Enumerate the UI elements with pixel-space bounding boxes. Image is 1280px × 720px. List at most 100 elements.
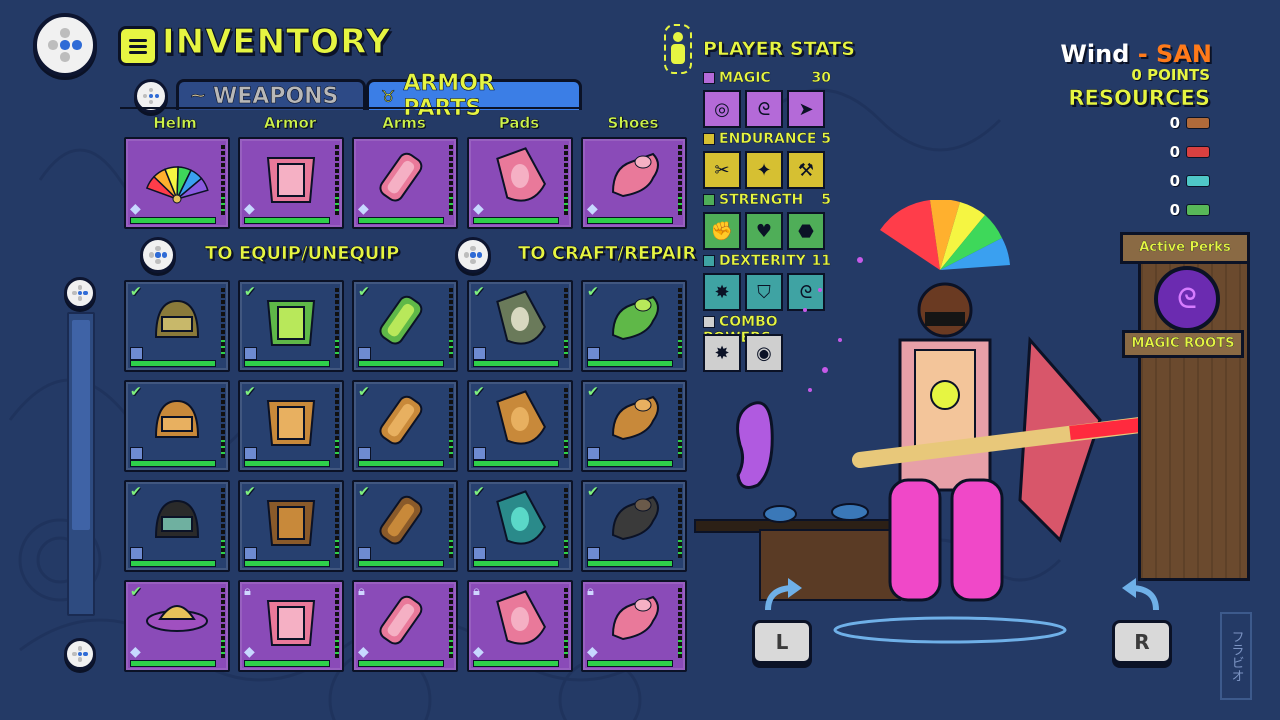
inventory-slot[interactable]: 🔒︎ ◆ bbox=[352, 580, 458, 672]
wood-helm-icon bbox=[142, 387, 212, 457]
durability-bar bbox=[587, 660, 673, 667]
durability-bar bbox=[473, 360, 559, 367]
inventory-slot[interactable]: ✔ bbox=[581, 380, 687, 472]
material-icon bbox=[473, 547, 486, 560]
durability-pips bbox=[678, 288, 682, 358]
durability-bar bbox=[244, 217, 330, 224]
durability-bar bbox=[244, 360, 330, 367]
pink-gauntlet-icon bbox=[370, 144, 440, 214]
pink-pad-icon bbox=[485, 587, 555, 657]
green-ore-icon bbox=[1186, 204, 1210, 216]
menu-button[interactable] bbox=[33, 13, 97, 77]
wood-boot-icon bbox=[599, 387, 669, 457]
durability-pips bbox=[449, 145, 453, 215]
page-title: INVENTORY bbox=[161, 22, 392, 63]
durability-pips bbox=[221, 588, 225, 658]
inventory-slot[interactable]: ✔ ◆ bbox=[124, 580, 230, 672]
check-icon: ✔ bbox=[130, 484, 142, 500]
material-icon bbox=[244, 547, 257, 560]
tab-weapons-label: WEAPONS bbox=[213, 83, 339, 109]
arrow-burst-icon[interactable]: ➤ bbox=[787, 90, 825, 128]
tab-armor-parts[interactable]: ♉ ARMOR PARTS bbox=[366, 71, 582, 121]
straw-hat-icon bbox=[142, 587, 212, 657]
inventory-slot[interactable]: ✔ bbox=[238, 280, 344, 372]
bandage-pad-icon bbox=[485, 287, 555, 357]
tab-weapons[interactable]: ⁓ WEAPONS bbox=[176, 79, 366, 110]
inventory-slot[interactable]: ✔ bbox=[467, 280, 573, 372]
material-icon bbox=[358, 447, 371, 460]
material-icon bbox=[130, 347, 143, 360]
resource-row: 0 bbox=[1170, 201, 1210, 219]
gem-icon: ◆ bbox=[473, 644, 484, 660]
material-icon bbox=[358, 347, 371, 360]
inventory-slot[interactable]: ✔ bbox=[238, 480, 344, 572]
equip-button-icon bbox=[140, 237, 176, 273]
column-helm: Helm bbox=[153, 114, 197, 133]
swirl-icon[interactable]: ◎ bbox=[703, 90, 741, 128]
scroll-up-button[interactable] bbox=[64, 277, 96, 309]
inventory-slot[interactable]: ✔ bbox=[238, 380, 344, 472]
equipped-slot-armor[interactable]: ◆ bbox=[238, 137, 344, 229]
inventory-slot[interactable]: ✔ bbox=[352, 480, 458, 572]
inventory-slot[interactable]: 🔒︎ ◆ bbox=[581, 580, 687, 672]
durability-pips bbox=[449, 288, 453, 358]
inventory-slot[interactable]: ✔ bbox=[467, 480, 573, 572]
durability-pips bbox=[564, 588, 568, 658]
magic-plus-icon[interactable]: ᘓ bbox=[745, 90, 783, 128]
scroll-down-button[interactable] bbox=[64, 638, 96, 670]
inventory-slot[interactable]: ✔ bbox=[352, 280, 458, 372]
stat-name: ENDURANCE bbox=[719, 131, 817, 147]
durability-bar bbox=[587, 460, 673, 467]
inventory-slot[interactable]: ✔ bbox=[124, 480, 230, 572]
dash-icon[interactable]: ✂ bbox=[703, 151, 741, 189]
rotate-right-button[interactable]: R bbox=[1112, 620, 1172, 664]
material-icon bbox=[244, 347, 257, 360]
durability-bar bbox=[587, 217, 673, 224]
pink-shoe-icon bbox=[599, 587, 669, 657]
material-icon bbox=[244, 447, 257, 460]
scrollbar-track[interactable] bbox=[67, 312, 95, 616]
pink-shoe-icon bbox=[599, 144, 669, 214]
check-icon: ✔ bbox=[473, 284, 485, 300]
resources-title: RESOURCES bbox=[1068, 86, 1210, 111]
equipped-slot-pads[interactable]: ◆ bbox=[467, 137, 573, 229]
equipped-slot-arms[interactable]: ◆ bbox=[352, 137, 458, 229]
studio-seal: フラビオ bbox=[1220, 612, 1252, 700]
equipped-slot-shoes[interactable]: ◆ bbox=[581, 137, 687, 229]
inventory-slot[interactable]: ✔ bbox=[352, 380, 458, 472]
column-arms: Arms bbox=[382, 114, 426, 133]
gem-icon: ◆ bbox=[358, 201, 369, 217]
magic-roots-perk-icon[interactable]: ᘓ bbox=[1154, 266, 1220, 332]
rotate-left-icon bbox=[765, 578, 802, 611]
gem-icon: ◆ bbox=[130, 644, 141, 660]
pink-vest-icon bbox=[256, 587, 326, 657]
player-icon bbox=[664, 24, 692, 74]
check-icon: ✔ bbox=[473, 484, 485, 500]
durability-bar bbox=[473, 560, 559, 567]
scrollbar-thumb[interactable] bbox=[72, 320, 90, 530]
durability-bar bbox=[358, 660, 444, 667]
stat-name: MAGIC bbox=[719, 70, 771, 86]
durability-pips bbox=[564, 388, 568, 458]
inventory-slot[interactable]: 🔒︎ ◆ bbox=[238, 580, 344, 672]
durability-bar bbox=[473, 660, 559, 667]
lock-icon: 🔒︎ bbox=[244, 584, 251, 599]
resource-count: 0 bbox=[1169, 201, 1180, 219]
check-icon: ✔ bbox=[244, 484, 256, 500]
run-icon[interactable]: ✦ bbox=[745, 151, 783, 189]
durability-bar bbox=[358, 360, 444, 367]
durability-pips bbox=[449, 588, 453, 658]
durability-pips bbox=[335, 288, 339, 358]
durability-pips bbox=[221, 488, 225, 558]
inventory-slot[interactable]: ✔ bbox=[124, 380, 230, 472]
durability-bar bbox=[244, 660, 330, 667]
inventory-slot[interactable]: ✔ bbox=[581, 480, 687, 572]
equipped-slot-helm[interactable]: ◆ bbox=[124, 137, 230, 229]
wood-chest-icon bbox=[256, 387, 326, 457]
inventory-slot[interactable]: ✔ bbox=[581, 280, 687, 372]
inventory-slot[interactable]: 🔒︎ ◆ bbox=[467, 580, 573, 672]
wrench-icon[interactable]: ⚒ bbox=[787, 151, 825, 189]
rotate-left-button[interactable]: L bbox=[752, 620, 812, 664]
inventory-slot[interactable]: ✔ bbox=[467, 380, 573, 472]
inventory-slot[interactable]: ✔ bbox=[124, 280, 230, 372]
